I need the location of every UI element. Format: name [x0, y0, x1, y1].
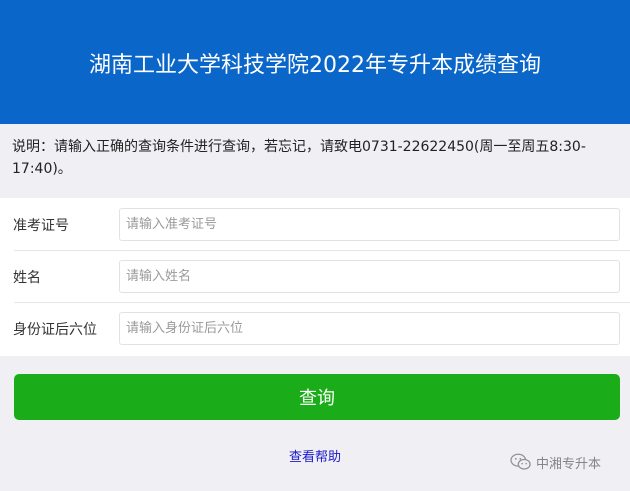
name-input[interactable] — [119, 260, 620, 293]
exam-number-label: 准考证号 — [13, 218, 69, 234]
notice-text: 说明：请输入正确的查询条件进行查询，若忘记，请致电0731-22622450(周… — [12, 139, 586, 177]
page-title: 湖南工业大学科技学院2022年专升本成绩查询 — [89, 53, 541, 78]
watermark: 中湘专升本 — [510, 452, 601, 472]
id-last-six-label: 身份证后六位 — [13, 322, 97, 338]
query-form: 准考证号 姓名 身份证后六位 — [0, 198, 630, 356]
watermark-text: 中湘专升本 — [536, 456, 602, 472]
help-link[interactable]: 查看帮助 — [289, 450, 341, 465]
query-button[interactable]: 查询 — [14, 374, 620, 420]
exam-number-input[interactable] — [119, 208, 620, 241]
id-last-six-input[interactable] — [119, 312, 620, 345]
row-divider — [14, 250, 630, 251]
page-header: 湖南工业大学科技学院2022年专升本成绩查询 — [0, 0, 630, 124]
form-row-name: 姓名 — [0, 250, 630, 302]
row-divider — [14, 302, 630, 303]
name-label: 姓名 — [13, 270, 41, 286]
form-row-id-last-six: 身份证后六位 — [0, 302, 630, 354]
wechat-icon — [510, 453, 531, 470]
form-row-exam-number: 准考证号 — [0, 198, 630, 250]
